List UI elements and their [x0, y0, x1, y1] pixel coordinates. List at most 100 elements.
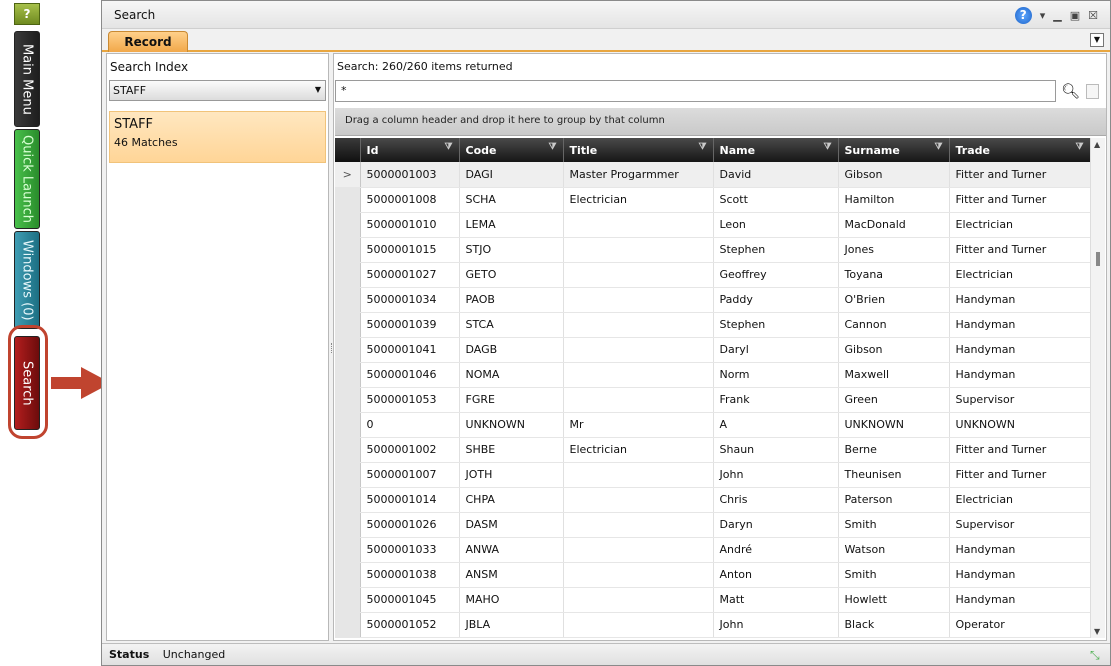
table-cell: David	[713, 162, 839, 188]
table-row[interactable]: 5000001010 LEMA Leon MacDonald Electrician	[335, 212, 1090, 238]
row-selector[interactable]	[335, 387, 361, 413]
group-by-bar[interactable]: Drag a column header and drop it here to…	[335, 108, 1106, 136]
table-cell: FGRE	[459, 387, 564, 413]
table-row[interactable]: 5000001007 JOTH John Theunisen Fitter and Tu…	[335, 462, 1090, 488]
row-selector[interactable]	[335, 262, 361, 288]
table-row[interactable]: 5000001015 STJO Stephen Jones Fitter and Tur…	[335, 237, 1090, 263]
table-cell: André	[713, 537, 839, 563]
windows-label: Windows (0)	[19, 239, 35, 321]
table-cell	[563, 462, 714, 488]
table-cell: Fitter and Turner	[949, 462, 1090, 488]
screen: ? Main Menu Quick Launch Windows (0) Sea…	[0, 0, 1111, 666]
row-selector[interactable]	[335, 362, 361, 388]
export-icon[interactable]	[1086, 84, 1099, 99]
scroll-thumb[interactable]	[1096, 252, 1100, 266]
row-selector[interactable]	[335, 212, 361, 238]
search-input[interactable]: *	[335, 80, 1056, 102]
table-cell: JOTH	[459, 462, 564, 488]
table-cell: Green	[838, 387, 950, 413]
table-row[interactable]: 5000001041 DAGB Daryl Gibson Handyman	[335, 337, 1090, 363]
table-cell	[563, 562, 714, 588]
table-cell: Daryn	[713, 512, 839, 538]
table-row[interactable]: >5000001003 DAGI Master Progarmmer David Gib…	[335, 162, 1090, 188]
column-header-title[interactable]: Title ⧩	[563, 138, 714, 162]
help-button[interactable]: ?	[14, 3, 40, 25]
minimize-icon[interactable]: ▁	[1053, 9, 1061, 22]
vertical-scrollbar[interactable]: ▲ ▼	[1090, 138, 1105, 638]
row-selector[interactable]	[335, 337, 361, 363]
table-cell: ANSM	[459, 562, 564, 588]
row-selector[interactable]	[335, 437, 361, 463]
tab-record[interactable]: Record	[108, 31, 188, 52]
row-selector[interactable]	[335, 187, 361, 213]
results-panel: Search: 260/260 items returned * 🔍︎ Drag…	[333, 53, 1107, 641]
row-selector[interactable]	[335, 487, 361, 513]
filter-icon: ⧩	[698, 142, 707, 152]
match-card[interactable]: STAFF 46 Matches	[109, 111, 326, 163]
table-cell: SCHA	[459, 187, 564, 213]
table-cell: CHPA	[459, 487, 564, 513]
table-cell: 5000001033	[360, 537, 460, 563]
match-count: 46 Matches	[114, 136, 178, 149]
current-row-indicator-icon[interactable]: >	[335, 162, 361, 188]
table-row[interactable]: 5000001014 CHPA Chris Paterson Electrician	[335, 487, 1090, 513]
table-cell: Mr	[563, 412, 714, 438]
results-grid: Id ⧩ Code ⧩ Title ⧩ Name ⧩ Surname ⧩ Trade ⧩ >…	[335, 138, 1090, 638]
table-row[interactable]: 5000001053 FGRE Frank Green Supervisor	[335, 387, 1090, 413]
table-cell: Shaun	[713, 437, 839, 463]
status-value: Unchanged	[162, 648, 226, 661]
resize-grip-icon[interactable]: ⤡	[1090, 648, 1104, 662]
search-index-select[interactable]: STAFF ▼	[109, 80, 326, 101]
table-row[interactable]: 5000001046 NOMA Norm Maxwell Handyman	[335, 362, 1090, 388]
table-cell: Handyman	[949, 562, 1090, 588]
help-icon[interactable]: ?	[1014, 7, 1032, 24]
row-selector[interactable]	[335, 412, 361, 438]
column-header-id[interactable]: Id ⧩	[360, 138, 460, 162]
scroll-up-icon[interactable]: ▲	[1094, 140, 1100, 149]
column-header-trade[interactable]: Trade ⧩	[949, 138, 1090, 162]
table-cell: O'Brien	[838, 287, 950, 313]
column-header-code[interactable]: Code ⧩	[459, 138, 564, 162]
row-selector[interactable]	[335, 612, 361, 638]
table-row[interactable]: 5000001045 MAHO Matt Howlett Handyman	[335, 587, 1090, 613]
dropdown-icon[interactable]: ▾	[1040, 9, 1046, 22]
scroll-down-icon[interactable]: ▼	[1094, 627, 1100, 636]
table-row[interactable]: 5000001002 SHBE Electrician Shaun Berne Fitte…	[335, 437, 1090, 463]
table-row[interactable]: 5000001033 ANWA André Watson Handyman	[335, 537, 1090, 563]
row-selector[interactable]	[335, 562, 361, 588]
tab-menu-icon[interactable]: ▼	[1090, 33, 1104, 47]
table-cell: Fitter and Turner	[949, 437, 1090, 463]
row-selector[interactable]	[335, 537, 361, 563]
table-row[interactable]: 5000001052 JBLA John Black Operator	[335, 612, 1090, 638]
table-row[interactable]: 5000001008 SCHA Electrician Scott Hamilton Fi…	[335, 187, 1090, 213]
table-cell: STCA	[459, 312, 564, 338]
quick-launch-tab[interactable]: Quick Launch	[14, 129, 40, 229]
row-selector[interactable]	[335, 462, 361, 488]
table-row[interactable]: 5000001027 GETO Geoffrey Toyana Electrician	[335, 262, 1090, 288]
row-selector[interactable]	[335, 287, 361, 313]
search-icon[interactable]: 🔍︎	[1061, 82, 1080, 100]
table-cell: Black	[838, 612, 950, 638]
table-cell: Cannon	[838, 312, 950, 338]
column-header-surname[interactable]: Surname ⧩	[838, 138, 950, 162]
windows-tab[interactable]: Windows (0)	[14, 231, 40, 329]
table-row[interactable]: 0 UNKNOWN Mr A UNKNOWN UNKNOWN	[335, 412, 1090, 438]
column-header-name[interactable]: Name ⧩	[713, 138, 839, 162]
table-cell: DASM	[459, 512, 564, 538]
row-selector[interactable]	[335, 312, 361, 338]
main-menu-tab[interactable]: Main Menu	[14, 31, 40, 127]
table-cell: Smith	[838, 562, 950, 588]
table-row[interactable]: 5000001038 ANSM Anton Smith Handyman	[335, 562, 1090, 588]
row-selector[interactable]	[335, 512, 361, 538]
row-selector[interactable]	[335, 587, 361, 613]
filter-icon: ⧩	[548, 142, 557, 152]
table-cell: Gibson	[838, 337, 950, 363]
maximize-icon[interactable]: ▣	[1070, 9, 1080, 22]
table-cell: 0	[360, 412, 460, 438]
table-row[interactable]: 5000001026 DASM Daryn Smith Supervisor	[335, 512, 1090, 538]
table-row[interactable]: 5000001034 PAOB Paddy O'Brien Handyman	[335, 287, 1090, 313]
row-selector[interactable]	[335, 237, 361, 263]
table-row[interactable]: 5000001039 STCA Stephen Cannon Handyman	[335, 312, 1090, 338]
close-icon[interactable]: ☒	[1088, 9, 1098, 22]
table-cell: Jones	[838, 237, 950, 263]
